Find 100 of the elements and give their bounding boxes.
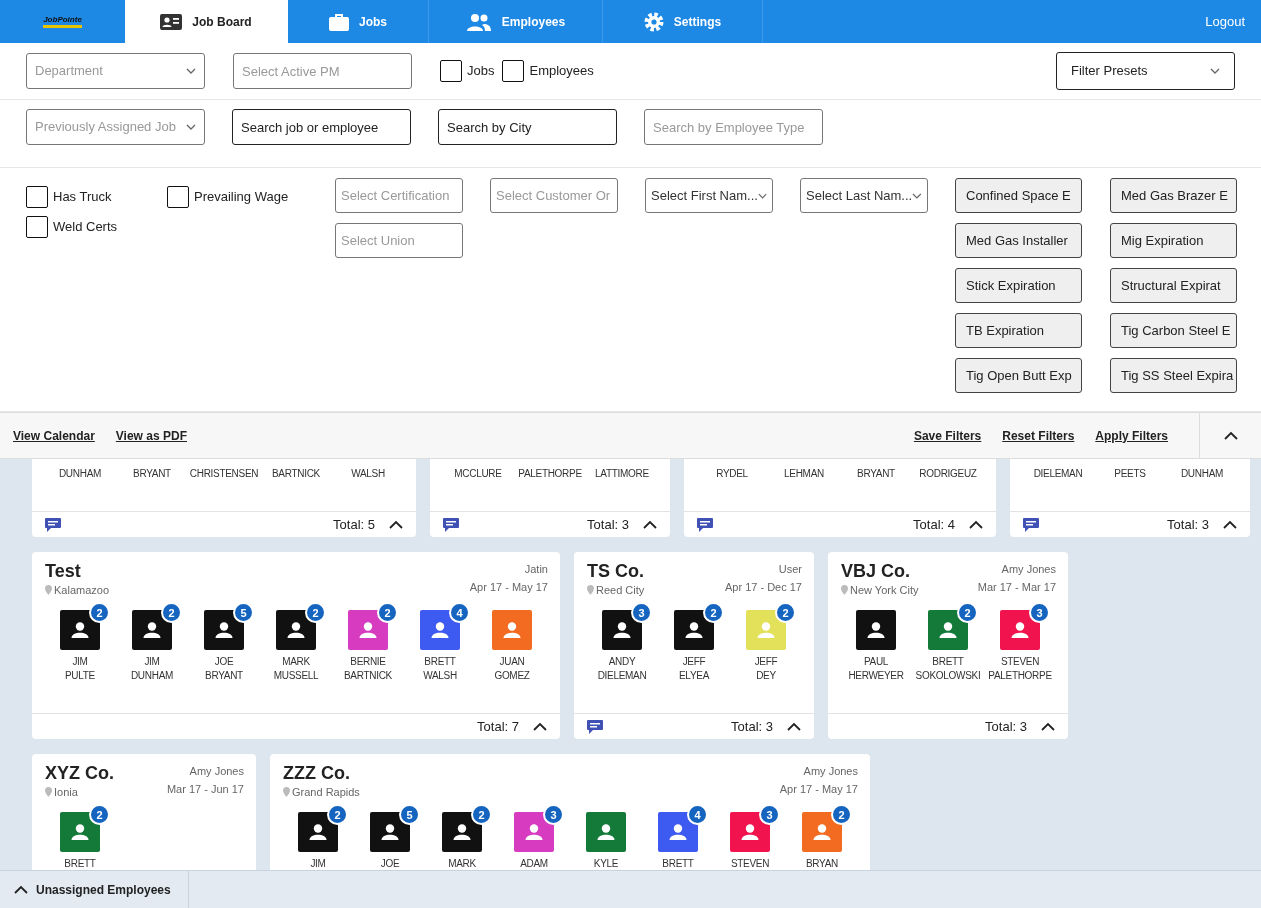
job-dates: Mar 17 - Jun 17 [166,782,244,797]
count-badge: 2 [957,602,978,623]
search-field[interactable]: Search by City [438,109,617,145]
employee-name: BRETT SOKOLOWSKI [914,655,982,683]
dropdown-field[interactable]: Select First Nam... [645,178,773,213]
employee-name: WALSH [350,467,386,481]
count-badge: 2 [305,602,326,623]
checkbox[interactable] [440,60,462,82]
person-icon [669,824,687,840]
certification-button[interactable]: Tig SS Steel Expira [1110,358,1237,393]
job-total: Total: 7 [477,717,519,736]
count-badge: 4 [687,804,708,825]
job-total: Total: 5 [333,515,375,534]
employee-name: STEVEN [729,857,771,870]
checkbox[interactable] [26,216,48,238]
employee-name: ADAM [519,857,549,870]
action-link[interactable]: View Calendar [13,426,95,445]
certification-button[interactable]: Stick Expiration [955,268,1082,303]
employee-name: JEFF ELYEA [678,655,711,683]
employee-name: MCCLURE [453,467,503,481]
person-icon [939,622,957,638]
pin-icon [45,585,52,596]
employee-name: JIM [309,857,327,870]
person-icon [453,824,471,840]
input-field[interactable]: Select Active PM [233,53,412,89]
input-field[interactable]: Select Customer Or [490,178,618,213]
employee-name: PAUL HERWEYER [847,655,905,683]
action-link[interactable]: View as PDF [115,426,187,445]
pin-icon [587,585,594,596]
employee-name: LEHMAN [783,467,825,481]
chevron-icon [186,124,196,130]
person-icon [1011,622,1029,638]
employee-name: BRETT [63,857,97,870]
employee-name: RYDEL [715,467,749,481]
person-icon [867,622,885,638]
nav-tab[interactable]: Settings [603,0,763,43]
person-icon [813,824,831,840]
dropdown-field[interactable]: Filter Presets [1056,52,1235,90]
chevron-icon [186,68,196,74]
checkbox-label: Prevailing Wage [194,188,289,207]
job-location: Ionia [54,785,78,800]
search-field[interactable]: Search job or employee [232,109,411,145]
count-badge: 2 [831,804,852,825]
caret-up-icon [14,885,28,894]
certification-button[interactable]: TB Expiration [955,313,1082,348]
input-field[interactable]: Select Certification [335,178,463,213]
job-manager: Amy Jones [188,764,244,779]
job-total: Total: 4 [913,515,955,534]
job-total: Total: 3 [587,515,629,534]
count-badge: 3 [543,804,564,825]
person-icon [503,622,521,638]
employee-name: BRETT [661,857,695,870]
employee-name: BRYANT [856,467,896,481]
certification-button[interactable]: Tig Carbon Steel E [1110,313,1237,348]
job-title: Test [45,560,82,582]
employee-avatar[interactable] [856,610,896,650]
unassigned-employees-button[interactable]: Unassigned Employees [0,871,189,908]
certification-button[interactable]: Med Gas Installer [955,223,1082,258]
caret-up-icon [643,520,657,529]
checkbox[interactable] [167,186,189,208]
caret-up-icon [969,520,983,529]
count-badge: 2 [703,602,724,623]
employee-name: JEFF DEY [753,655,779,683]
job-location: Grand Rapids [292,785,360,800]
input-field[interactable]: Select Union [335,223,463,258]
logout-button[interactable]: Logout [1189,11,1261,32]
nav-tab[interactable]: Jobs [288,0,429,43]
action-link[interactable]: Reset Filters [1002,426,1075,445]
pin-icon [45,787,52,798]
employee-name: LATTIMORE [594,467,650,481]
dropdown-field[interactable]: Select Last Nam... [800,178,928,213]
nav-tab[interactable]: Employees [429,0,603,43]
person-icon [431,622,449,638]
caret-up-icon [533,722,547,731]
person-icon [309,824,327,840]
certification-button[interactable]: Tig Open Butt Exp [955,358,1082,393]
count-badge: 2 [161,602,182,623]
action-link[interactable]: Save Filters [913,426,982,445]
job-dates: Mar 17 - Mar 17 [977,580,1056,595]
count-badge: 2 [89,804,110,825]
person-icon [741,824,759,840]
certification-button[interactable]: Med Gas Brazer E [1110,178,1237,213]
certification-button[interactable]: Mig Expiration [1110,223,1237,258]
certification-button[interactable]: Structural Expirat [1110,268,1237,303]
action-link[interactable]: Apply Filters [1095,426,1168,445]
input-field[interactable]: Search by Employee Type [644,109,823,145]
job-dates: Apr 17 - May 17 [779,782,858,797]
employee-name: JIM DUNHAM [129,655,175,683]
nav-tab[interactable]: Job Board [125,0,288,43]
person-icon [613,622,631,638]
job-total: Total: 3 [731,717,773,736]
employee-name: STEVEN PALETHORPE [987,655,1053,683]
checkbox[interactable] [502,60,525,82]
person-icon [359,622,377,638]
job-manager: Jatin [523,562,548,577]
person-icon [71,622,89,638]
certification-button[interactable]: Confined Space E [955,178,1082,213]
checkbox[interactable] [26,186,48,208]
id-card-icon [160,13,183,30]
chevron-icon [1210,68,1220,74]
